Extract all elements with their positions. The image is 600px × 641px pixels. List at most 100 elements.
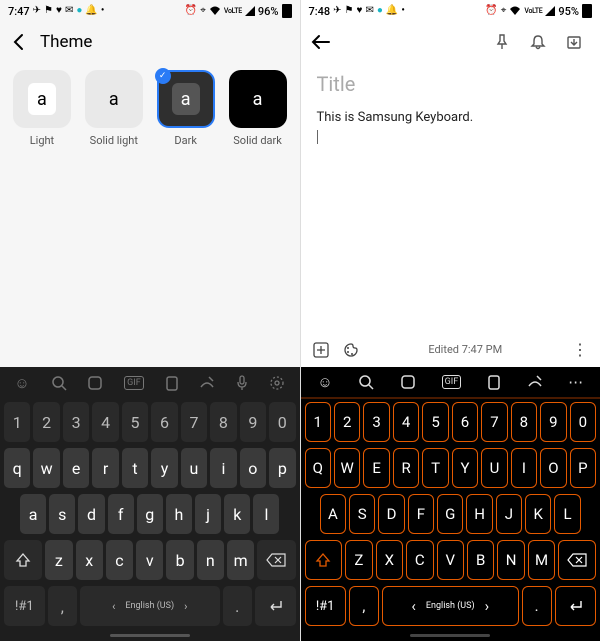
- key-B[interactable]: B: [467, 540, 494, 580]
- key-N[interactable]: N: [497, 540, 524, 580]
- key-L[interactable]: L: [554, 494, 580, 534]
- note-title-placeholder[interactable]: Title: [317, 72, 585, 96]
- key-4[interactable]: 4: [92, 402, 118, 442]
- key-8[interactable]: 8: [210, 402, 236, 442]
- backspace-key[interactable]: [558, 540, 596, 580]
- key-O[interactable]: O: [540, 448, 566, 488]
- space-key[interactable]: ‹ English (US) ›: [80, 586, 220, 626]
- key-0[interactable]: 0: [570, 402, 596, 442]
- note-body[interactable]: This is Samsung Keyboard.: [317, 108, 585, 147]
- clipboard-icon[interactable]: [165, 375, 179, 391]
- key-Z[interactable]: Z: [345, 540, 372, 580]
- settings-icon[interactable]: [269, 375, 285, 391]
- handwrite-icon[interactable]: [527, 374, 543, 390]
- key-6[interactable]: 6: [151, 402, 177, 442]
- palette-icon[interactable]: [343, 342, 359, 358]
- key-4[interactable]: 4: [393, 402, 419, 442]
- key-F[interactable]: F: [408, 494, 434, 534]
- key-M[interactable]: M: [528, 540, 555, 580]
- key-5[interactable]: 5: [122, 402, 148, 442]
- key-b[interactable]: b: [166, 540, 193, 580]
- key-m[interactable]: m: [227, 540, 254, 580]
- search-icon[interactable]: [51, 375, 67, 391]
- key-G[interactable]: G: [437, 494, 463, 534]
- comma-key[interactable]: ,: [48, 586, 77, 626]
- key-7[interactable]: 7: [481, 402, 507, 442]
- save-icon[interactable]: [566, 34, 590, 50]
- note-editor[interactable]: Title This is Samsung Keyboard.: [301, 62, 600, 334]
- key-r[interactable]: r: [92, 448, 118, 488]
- period-key[interactable]: .: [223, 586, 252, 626]
- sticker-icon[interactable]: [400, 374, 416, 390]
- comma-key[interactable]: ,: [349, 586, 379, 626]
- key-j[interactable]: j: [195, 494, 221, 534]
- back-button[interactable]: [10, 33, 28, 51]
- search-icon[interactable]: [358, 374, 374, 390]
- handwrite-icon[interactable]: [199, 375, 215, 391]
- key-X[interactable]: X: [376, 540, 403, 580]
- period-key[interactable]: .: [522, 586, 552, 626]
- shift-key[interactable]: [4, 540, 42, 580]
- key-J[interactable]: J: [496, 494, 522, 534]
- key-v[interactable]: v: [136, 540, 163, 580]
- gif-icon[interactable]: GIF: [124, 376, 144, 390]
- key-k[interactable]: k: [224, 494, 250, 534]
- key-1[interactable]: 1: [4, 402, 30, 442]
- more-icon[interactable]: ⋮: [572, 340, 588, 359]
- key-l[interactable]: l: [253, 494, 279, 534]
- key-C[interactable]: C: [406, 540, 433, 580]
- theme-option-dark[interactable]: ✓ a Dark: [150, 70, 222, 147]
- theme-option-solid-light[interactable]: a Solid light: [78, 70, 150, 147]
- key-w[interactable]: w: [33, 448, 59, 488]
- key-H[interactable]: H: [466, 494, 492, 534]
- key-U[interactable]: U: [481, 448, 507, 488]
- key-7[interactable]: 7: [181, 402, 207, 442]
- key-o[interactable]: o: [240, 448, 266, 488]
- key-Y[interactable]: Y: [452, 448, 478, 488]
- key-i[interactable]: i: [210, 448, 236, 488]
- shift-key[interactable]: [305, 540, 343, 580]
- key-n[interactable]: n: [197, 540, 224, 580]
- key-y[interactable]: y: [151, 448, 177, 488]
- key-I[interactable]: I: [511, 448, 537, 488]
- key-3[interactable]: 3: [63, 402, 89, 442]
- clipboard-icon[interactable]: [487, 374, 501, 390]
- key-R[interactable]: R: [393, 448, 419, 488]
- key-s[interactable]: s: [49, 494, 75, 534]
- key-u[interactable]: u: [181, 448, 207, 488]
- key-T[interactable]: T: [422, 448, 448, 488]
- key-Q[interactable]: Q: [305, 448, 331, 488]
- key-D[interactable]: D: [378, 494, 404, 534]
- key-x[interactable]: x: [76, 540, 103, 580]
- key-f[interactable]: f: [108, 494, 134, 534]
- key-e[interactable]: e: [63, 448, 89, 488]
- key-z[interactable]: z: [45, 540, 72, 580]
- space-key[interactable]: ‹ English (US) ›: [382, 586, 519, 626]
- key-g[interactable]: g: [137, 494, 163, 534]
- key-2[interactable]: 2: [33, 402, 59, 442]
- key-d[interactable]: d: [78, 494, 104, 534]
- gif-icon[interactable]: GIF: [442, 375, 462, 389]
- enter-key[interactable]: [555, 586, 596, 626]
- key-h[interactable]: h: [166, 494, 192, 534]
- add-icon[interactable]: [313, 342, 329, 358]
- key-A[interactable]: A: [320, 494, 346, 534]
- enter-key[interactable]: [255, 586, 296, 626]
- key-5[interactable]: 5: [422, 402, 448, 442]
- key-2[interactable]: 2: [334, 402, 360, 442]
- symbols-key[interactable]: !#1: [305, 586, 346, 626]
- key-q[interactable]: q: [4, 448, 30, 488]
- theme-option-solid-dark[interactable]: a Solid dark: [222, 70, 294, 147]
- symbols-key[interactable]: !#1: [4, 586, 45, 626]
- back-button[interactable]: [311, 34, 331, 50]
- key-3[interactable]: 3: [363, 402, 389, 442]
- more-icon[interactable]: ⋯: [568, 373, 583, 391]
- key-W[interactable]: W: [334, 448, 360, 488]
- key-P[interactable]: P: [570, 448, 596, 488]
- key-1[interactable]: 1: [305, 402, 331, 442]
- key-S[interactable]: S: [349, 494, 375, 534]
- key-a[interactable]: a: [20, 494, 46, 534]
- reminder-icon[interactable]: [530, 34, 554, 50]
- key-8[interactable]: 8: [511, 402, 537, 442]
- backspace-key[interactable]: [257, 540, 295, 580]
